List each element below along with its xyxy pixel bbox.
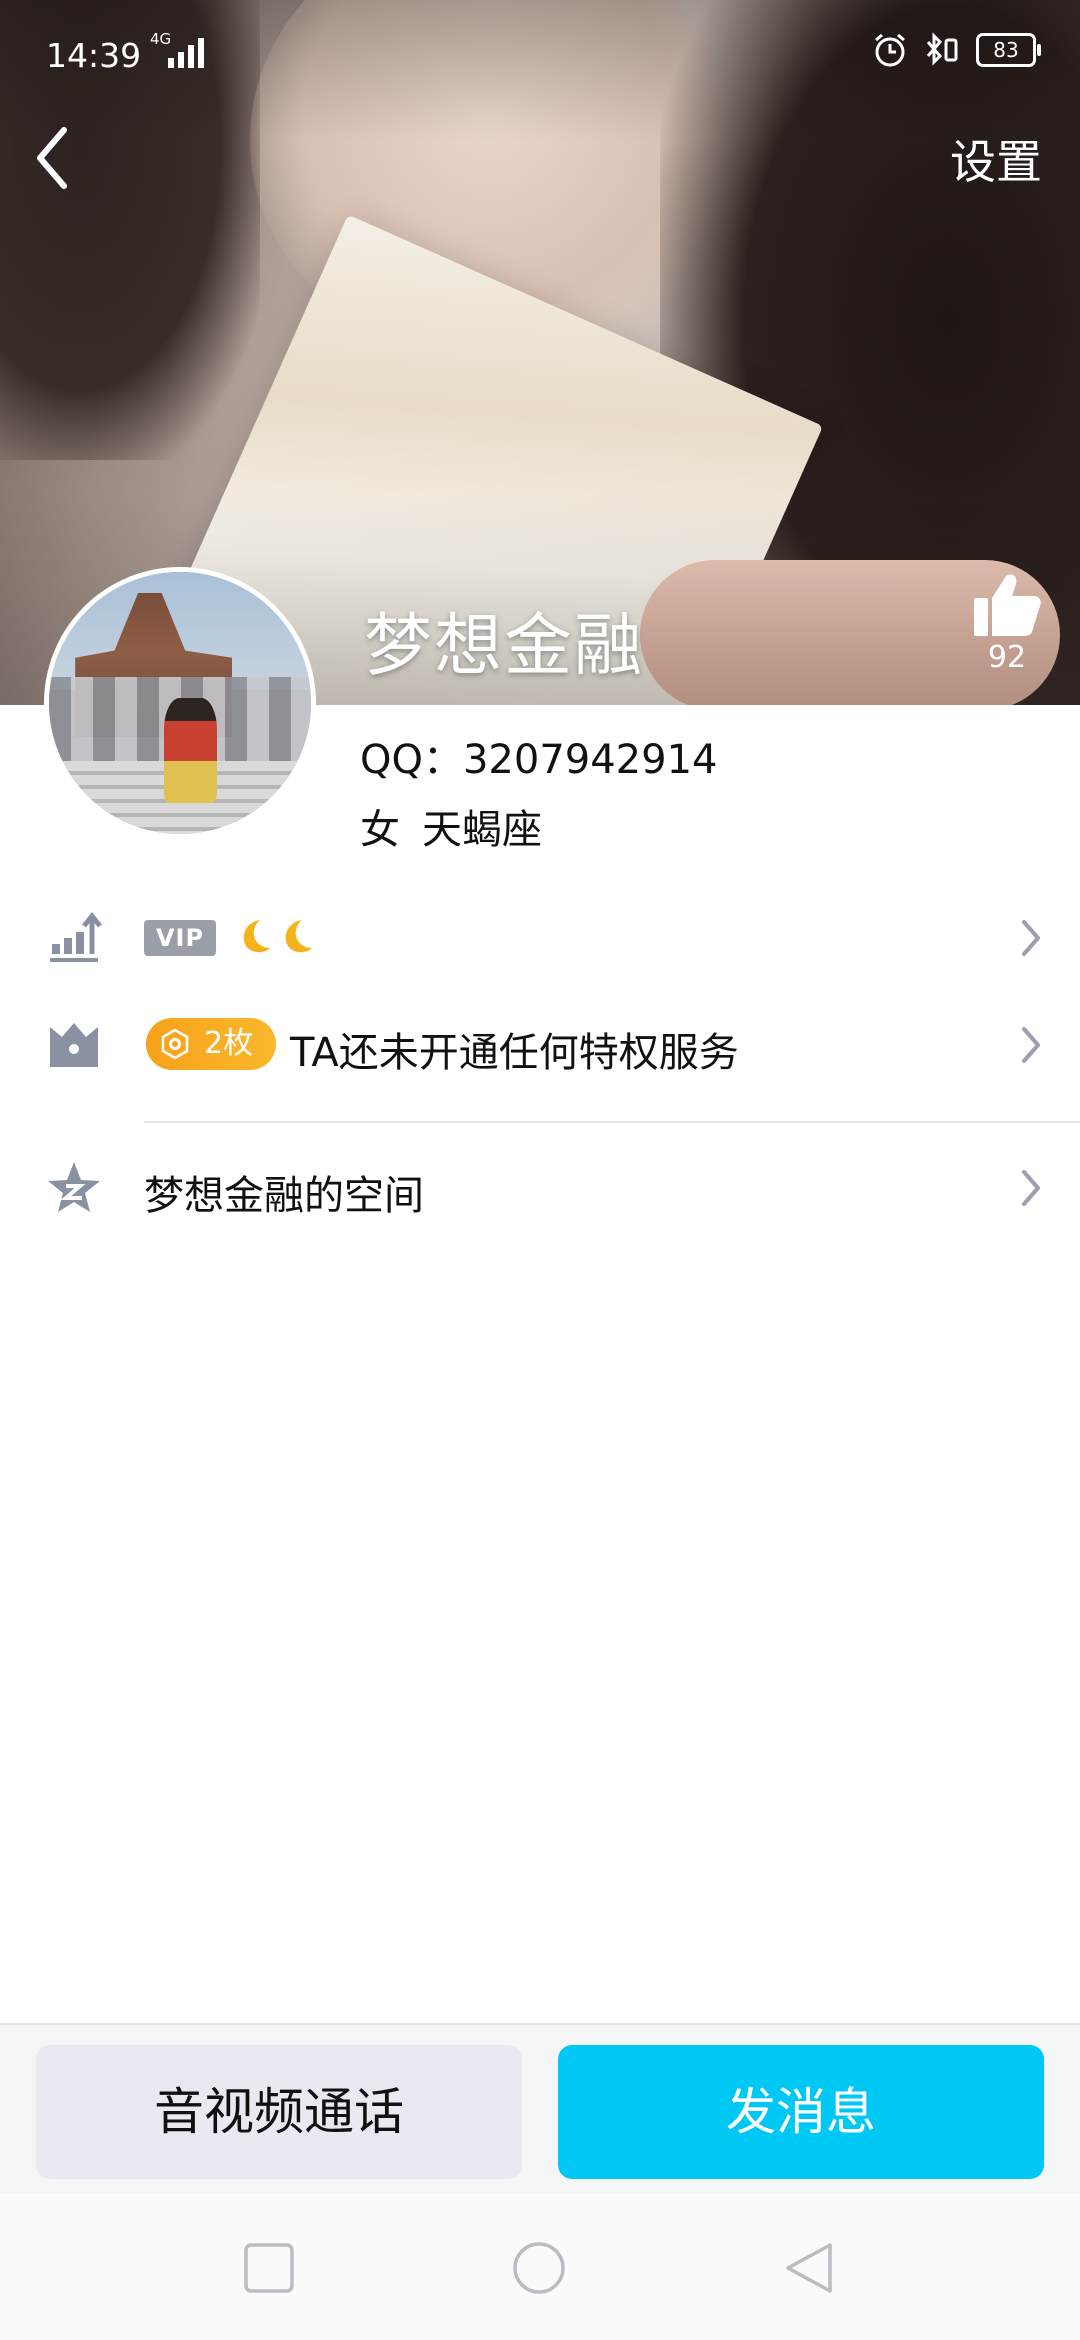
settings-button[interactable]: 设置 (950, 126, 1042, 192)
bottom-action-bar: 音视频通话 发消息 (0, 2023, 1080, 2193)
space-text: 梦想金融的空间 (144, 1173, 424, 1219)
back-button[interactable] (28, 118, 74, 198)
level-up-icon (50, 911, 102, 962)
status-icons: 83 (872, 32, 1041, 68)
thumbs-up-icon (974, 574, 1041, 636)
coin-count: 2枚 (204, 1026, 254, 1061)
bluetooth-vibrate-icon (926, 32, 958, 66)
vip-badge: VIP (144, 920, 216, 956)
nickname: 梦想金融 (364, 607, 645, 686)
alarm-icon (875, 33, 905, 67)
recents-button[interactable] (242, 2241, 296, 2295)
moon-icon (285, 920, 312, 953)
crown-icon (50, 1023, 98, 1067)
qq-number-line: QQ：3207942914 (360, 727, 717, 785)
chevron-right-icon (1022, 1170, 1040, 1206)
qq-number: 3207942914 (462, 737, 718, 783)
like-button[interactable]: 92 (962, 572, 1052, 675)
avatar-photo-part (164, 697, 217, 803)
bio-line: 女天蝎座 (360, 797, 542, 855)
battery-level: 83 (993, 38, 1019, 62)
chevron-right-icon (1022, 920, 1040, 956)
privilege-text: TA还未开通任何特权服务 (290, 1030, 739, 1076)
system-back-button[interactable] (782, 2241, 836, 2295)
divider (144, 1121, 1080, 1123)
qq-label: QQ： (360, 737, 463, 783)
status-bar: 14:39 4G 83 (0, 0, 1080, 108)
gender: 女 (360, 807, 400, 853)
status-time: 14:39 (46, 36, 142, 75)
coin-icon (161, 1029, 189, 1059)
signal-icon (168, 38, 204, 68)
chevron-left-icon (37, 127, 67, 189)
avatar[interactable] (44, 567, 316, 839)
chevron-right-icon (1022, 1027, 1040, 1063)
coin-badge: 2枚 (146, 1018, 276, 1070)
moon-icon (243, 920, 270, 953)
likes-count: 92 (987, 640, 1027, 675)
star-z-icon (48, 1162, 100, 1212)
send-message-button[interactable]: 发消息 (558, 2045, 1044, 2179)
home-button[interactable] (512, 2241, 566, 2295)
battery-icon: 83 (976, 33, 1041, 67)
system-nav-bar (0, 2193, 1080, 2340)
av-call-button[interactable]: 音视频通话 (36, 2045, 522, 2179)
zodiac: 天蝎座 (422, 807, 542, 853)
